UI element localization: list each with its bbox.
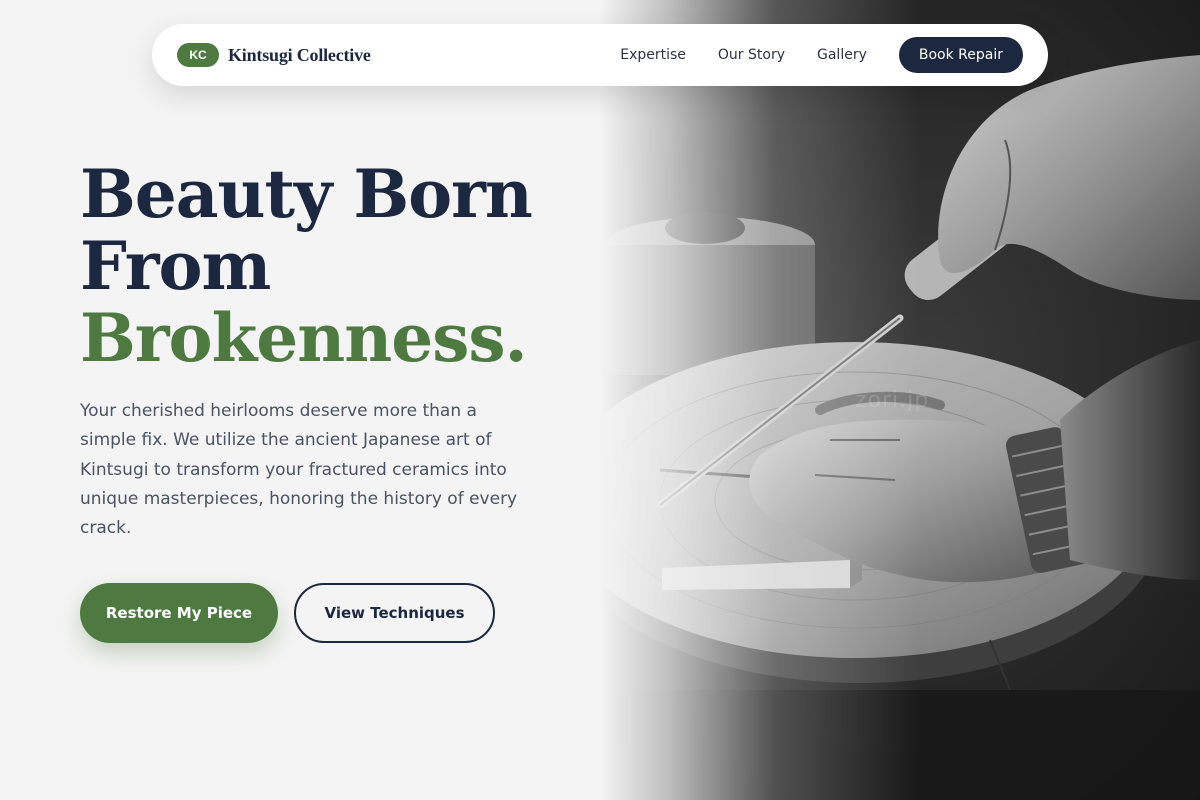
nav-link-expertise[interactable]: Expertise bbox=[620, 47, 686, 63]
hero-photo: zori.jp bbox=[600, 0, 1200, 800]
hero-title-line-1: Beauty Born bbox=[80, 155, 533, 233]
restore-my-piece-button[interactable]: Restore My Piece bbox=[80, 583, 278, 643]
view-techniques-button[interactable]: View Techniques bbox=[294, 583, 495, 643]
hero-title-line-2: From bbox=[80, 227, 271, 305]
nav-link-our-story[interactable]: Our Story bbox=[718, 47, 785, 63]
logo-badge[interactable]: KC bbox=[177, 43, 219, 67]
top-navigation: KC Kintsugi Collective Expertise Our Sto… bbox=[152, 24, 1048, 86]
nav-link-gallery[interactable]: Gallery bbox=[817, 47, 867, 63]
photo-watermark: zori.jp bbox=[855, 388, 930, 413]
hero-title: Beauty Born From Brokenness. bbox=[80, 155, 533, 377]
book-repair-button[interactable]: Book Repair bbox=[898, 37, 1023, 73]
hero-description: Your cherished heirlooms deserve more th… bbox=[80, 401, 518, 539]
hero-title-accent: Brokenness. bbox=[80, 299, 528, 377]
brand-name[interactable]: Kintsugi Collective bbox=[228, 45, 371, 66]
nav-links: Expertise Our Story Gallery Book Repair bbox=[620, 37, 1023, 73]
